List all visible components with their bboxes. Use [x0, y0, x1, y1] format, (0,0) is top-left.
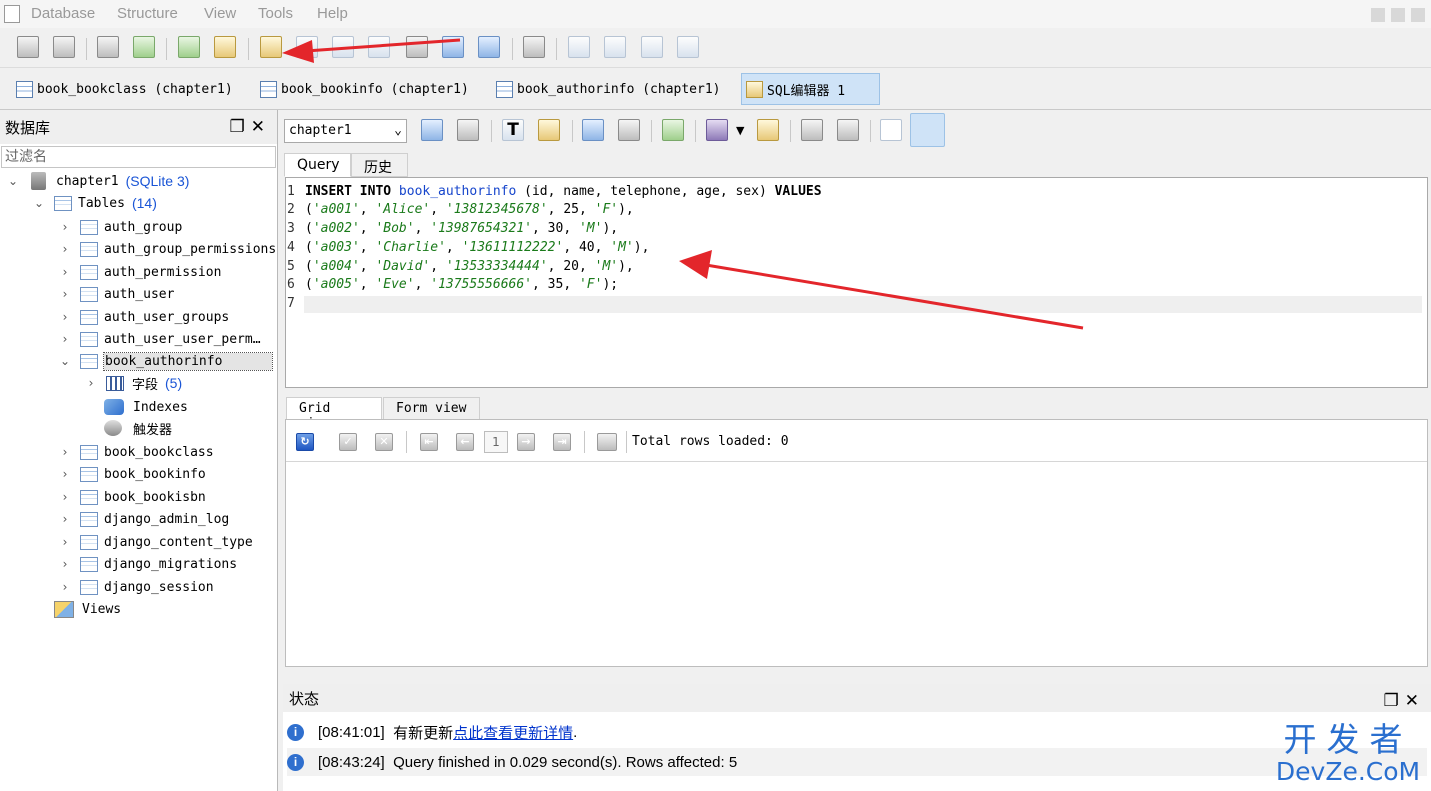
arrow-editor — [679, 250, 1084, 330]
arrow-toolbar — [282, 38, 461, 63]
annotation-arrows — [282, 38, 1084, 330]
